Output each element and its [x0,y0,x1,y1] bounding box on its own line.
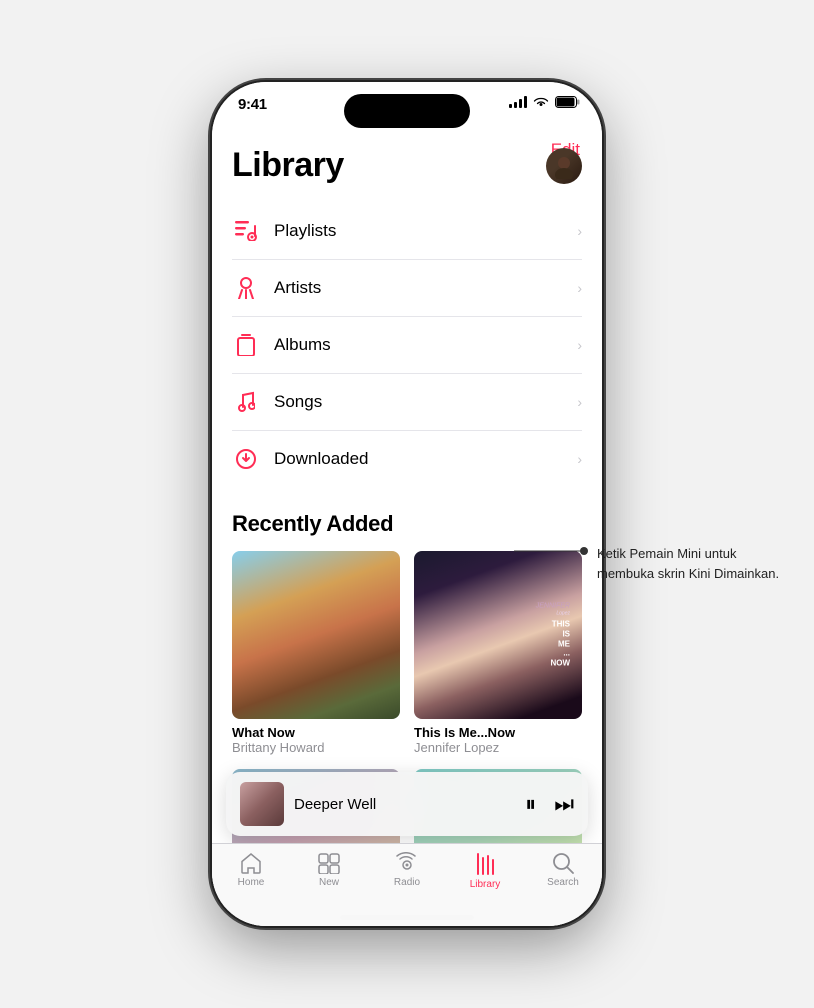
status-icons [509,96,580,108]
album-item-jennifer[interactable]: JENNIFER Lopez THIS IS ME ... NOW T [414,551,582,755]
album-art-jennifer: JENNIFER Lopez THIS IS ME ... NOW [414,551,582,719]
menu-label-downloaded: Downloaded [274,449,577,469]
album-item-what-now[interactable]: What Now Brittany Howard [232,551,400,755]
recently-added-title: Recently Added [232,511,582,537]
avatar-image [551,153,577,179]
artist-icon [232,274,260,302]
menu-item-artists[interactable]: Artists › [232,260,582,317]
play-pause-button[interactable]: ⏸ [525,791,536,817]
download-icon [232,445,260,473]
wifi-icon [533,96,549,108]
search-icon [552,852,574,874]
tab-label-library: Library [470,879,501,890]
signal-bar-4 [524,96,527,108]
dynamic-island [344,94,470,128]
avatar[interactable] [546,148,582,184]
chevron-playlists: › [577,223,582,239]
annotation-text: Ketik Pemain Mini untuk membuka skrin Ki… [597,544,782,583]
new-icon [317,852,341,874]
album-name-jennifer: This Is Me...Now [414,725,582,740]
playlist-icon [232,217,260,245]
tab-home[interactable]: Home [212,852,290,888]
tab-label-search: Search [547,877,579,888]
mini-player-title: Deeper Well [294,796,515,813]
chevron-artists: › [577,280,582,296]
annotation-line [514,536,594,566]
chevron-albums: › [577,337,582,353]
screen: 9:41 [212,82,602,926]
menu-item-playlists[interactable]: Playlists › [232,203,582,260]
signal-bar-3 [519,99,522,108]
library-menu: Playlists › Artist [232,203,582,487]
tab-radio[interactable]: Radio [368,852,446,888]
mini-player-art [240,782,284,826]
tab-label-radio: Radio [394,877,420,888]
chevron-songs: › [577,394,582,410]
library-title: Library [232,146,344,185]
songs-icon [232,388,260,416]
menu-label-songs: Songs [274,392,577,412]
tab-new[interactable]: New [290,852,368,888]
tab-bar: Home New [212,843,602,926]
tab-label-home: Home [238,877,265,888]
radio-icon [394,852,420,874]
tab-library[interactable]: Library [446,852,524,890]
forward-button[interactable]: ⏭ [554,791,574,817]
album-artist-what-now: Brittany Howard [232,740,400,755]
menu-label-artists: Artists [274,278,577,298]
mini-player[interactable]: Deeper Well ⏸ ⏭ [226,772,588,836]
tab-label-new: New [319,877,339,888]
menu-item-songs[interactable]: Songs › [232,374,582,431]
signal-bar-1 [509,104,512,108]
album-artist-jennifer: Jennifer Lopez [414,740,582,755]
status-time: 9:41 [238,96,267,113]
chevron-downloaded: › [577,451,582,467]
menu-item-downloaded[interactable]: Downloaded › [232,431,582,487]
menu-label-albums: Albums [274,335,577,355]
library-header: Library [232,146,582,185]
home-icon [239,852,263,874]
tab-search[interactable]: Search [524,852,602,888]
library-icon [474,852,496,876]
annotation-container: Ketik Pemain Mini untuk membuka skrin Ki… [587,544,782,583]
albums-icon [232,331,260,359]
phone-frame: 9:41 [212,82,602,926]
album-art-what-now [232,551,400,719]
mini-player-controls: ⏸ ⏭ [525,791,574,817]
menu-label-playlists: Playlists [274,221,577,241]
album-name-what-now: What Now [232,725,400,740]
menu-item-albums[interactable]: Albums › [232,317,582,374]
signal-icon [509,96,527,108]
jennifer-album-text: JENNIFER Lopez THIS IS ME ... NOW [536,602,570,667]
battery-icon [555,96,580,108]
scroll-area: Library [212,136,602,843]
signal-bar-2 [514,102,517,108]
